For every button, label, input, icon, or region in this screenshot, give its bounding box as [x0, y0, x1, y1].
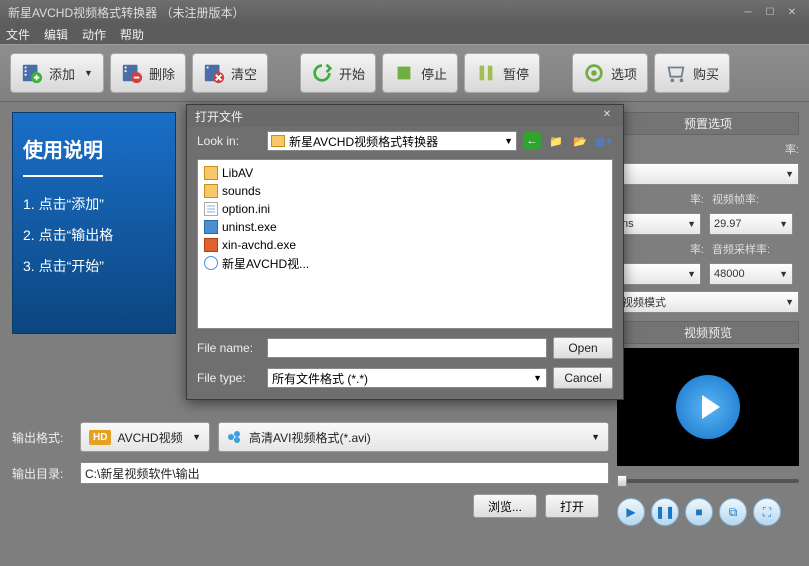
dialog-title: 打开文件	[195, 108, 243, 125]
film-delete-icon	[121, 62, 143, 84]
delete-button[interactable]: 删除	[110, 53, 186, 93]
toolbar: 添加▼ 删除 清空 开始 停止 暂停 选项	[0, 44, 809, 102]
file-item[interactable]: uninst.exe	[204, 218, 606, 236]
file-item[interactable]: sounds	[204, 182, 606, 200]
close-button-window[interactable]: ✕	[783, 5, 801, 19]
fps-label: 视频帧率:	[712, 191, 799, 207]
options-button[interactable]: 选项	[572, 53, 648, 93]
folder-icon	[204, 166, 218, 180]
preset-header: 预置选项	[617, 112, 799, 135]
open-output-button[interactable]: 打开	[545, 494, 599, 518]
film-add-icon	[21, 62, 43, 84]
open-file-dialog: 打开文件 ✕ Look in: 新星AVCHD视频格式转换器 ▼ ← 📁 📂 ▦…	[186, 104, 624, 400]
filename-input[interactable]	[267, 338, 547, 358]
cart-icon	[665, 62, 687, 84]
nav-viewmode-button[interactable]: ▦▼	[595, 132, 613, 150]
refresh-icon	[311, 62, 333, 84]
maximize-button[interactable]: ☐	[761, 5, 779, 19]
video-preview	[617, 348, 799, 466]
file-item[interactable]: 新星AVCHD视...	[204, 254, 606, 272]
hd-badge: HD	[89, 430, 111, 445]
ini-icon	[204, 202, 218, 216]
pause-icon	[475, 62, 497, 84]
gear-icon	[583, 62, 605, 84]
exe-icon	[204, 220, 218, 234]
file-item[interactable]: option.ini	[204, 200, 606, 218]
nav-newfolder-button[interactable]: 📂	[571, 132, 589, 150]
stop-icon	[393, 62, 415, 84]
player-pause-button[interactable]: ❚❚	[651, 498, 679, 526]
buy-button[interactable]: 购买	[654, 53, 730, 93]
folder-icon	[271, 135, 285, 147]
folder-icon	[204, 184, 218, 198]
instruction-step-2: 2. 点击“输出格	[23, 220, 165, 251]
lookin-label: Look in:	[197, 134, 261, 148]
bitrate-dropdown[interactable]: ▼	[617, 263, 701, 285]
instruction-header: 使用说明	[23, 129, 103, 177]
format-icon	[227, 429, 243, 445]
menu-edit[interactable]: 编辑	[44, 26, 68, 43]
start-button[interactable]: 开始	[300, 53, 376, 93]
samplerate-label: 音频采样率:	[712, 241, 799, 257]
instruction-step-1: 1. 点击“添加”	[23, 189, 165, 220]
nav-back-button[interactable]: ←	[523, 132, 541, 150]
nav-up-button[interactable]: 📁	[547, 132, 565, 150]
dialog-titlebar: 打开文件 ✕	[187, 105, 623, 127]
output-dir-input[interactable]	[80, 462, 609, 484]
menubar: 文件 编辑 动作 帮助	[0, 24, 809, 44]
minimize-button[interactable]: ─	[739, 5, 757, 19]
output-format-selector-1[interactable]: HD AVCHD视频 ▼	[80, 422, 210, 452]
menu-help[interactable]: 帮助	[120, 26, 144, 43]
filetype-dropdown[interactable]: 所有文件格式 (*.*)▼	[267, 368, 547, 388]
file-item[interactable]: xin-avchd.exe	[204, 236, 606, 254]
ie-icon	[204, 256, 218, 270]
filename-label: File name:	[197, 341, 261, 355]
menu-action[interactable]: 动作	[82, 26, 106, 43]
add-button[interactable]: 添加▼	[10, 53, 104, 93]
videomode-dropdown[interactable]: 视频模式▼	[617, 291, 799, 313]
window-title: 新星AVCHD视频格式转换器 （未注册版本）	[8, 4, 244, 21]
menu-file[interactable]: 文件	[6, 26, 30, 43]
seek-slider[interactable]	[617, 472, 799, 490]
play-preview-icon[interactable]	[676, 375, 740, 439]
player-stop-button[interactable]: ■	[685, 498, 713, 526]
browse-button[interactable]: 浏览...	[473, 494, 537, 518]
file-list[interactable]: LibAVsoundsoption.iniuninst.exexin-avchd…	[197, 159, 613, 329]
stop-button[interactable]: 停止	[382, 53, 458, 93]
output-format-selector-2[interactable]: 高清AVI视频格式(*.avi) ▼	[218, 422, 609, 452]
instruction-panel: 使用说明 1. 点击“添加” 2. 点击“输出格 3. 点击“开始”	[12, 112, 176, 334]
titlebar: 新星AVCHD视频格式转换器 （未注册版本） ─ ☐ ✕	[0, 0, 809, 24]
output-format-label: 输出格式:	[12, 429, 72, 446]
sidebar: 预置选项 率: ▼ 率: 视频帧率: ns▼ 29.97▼ 率: 音频采样率: …	[617, 112, 799, 526]
dialog-close-button[interactable]: ✕	[599, 109, 615, 123]
samplerate-dropdown[interactable]: 48000▼	[709, 263, 793, 285]
ns-dropdown[interactable]: ns▼	[617, 213, 701, 235]
preview-header: 视频预览	[617, 321, 799, 344]
output-dir-label: 输出目录:	[12, 465, 72, 482]
instruction-step-3: 3. 点击“开始”	[23, 251, 165, 282]
film-clear-icon	[203, 62, 225, 84]
filetype-label: File type:	[197, 371, 261, 385]
player-play-button[interactable]: ▶	[617, 498, 645, 526]
player-snapshot-button[interactable]: ⧉	[719, 498, 747, 526]
clear-button[interactable]: 清空	[192, 53, 268, 93]
player-fullscreen-button[interactable]: ⛶	[753, 498, 781, 526]
dialog-cancel-button[interactable]: Cancel	[553, 367, 613, 389]
dialog-open-button[interactable]: Open	[553, 337, 613, 359]
fps-dropdown[interactable]: 29.97▼	[709, 213, 793, 235]
preset-dropdown-1[interactable]: ▼	[617, 163, 799, 185]
pause-button[interactable]: 暂停	[464, 53, 540, 93]
file-item[interactable]: LibAV	[204, 164, 606, 182]
lookin-dropdown[interactable]: 新星AVCHD视频格式转换器 ▼	[267, 131, 517, 151]
exe2-icon	[204, 238, 218, 252]
